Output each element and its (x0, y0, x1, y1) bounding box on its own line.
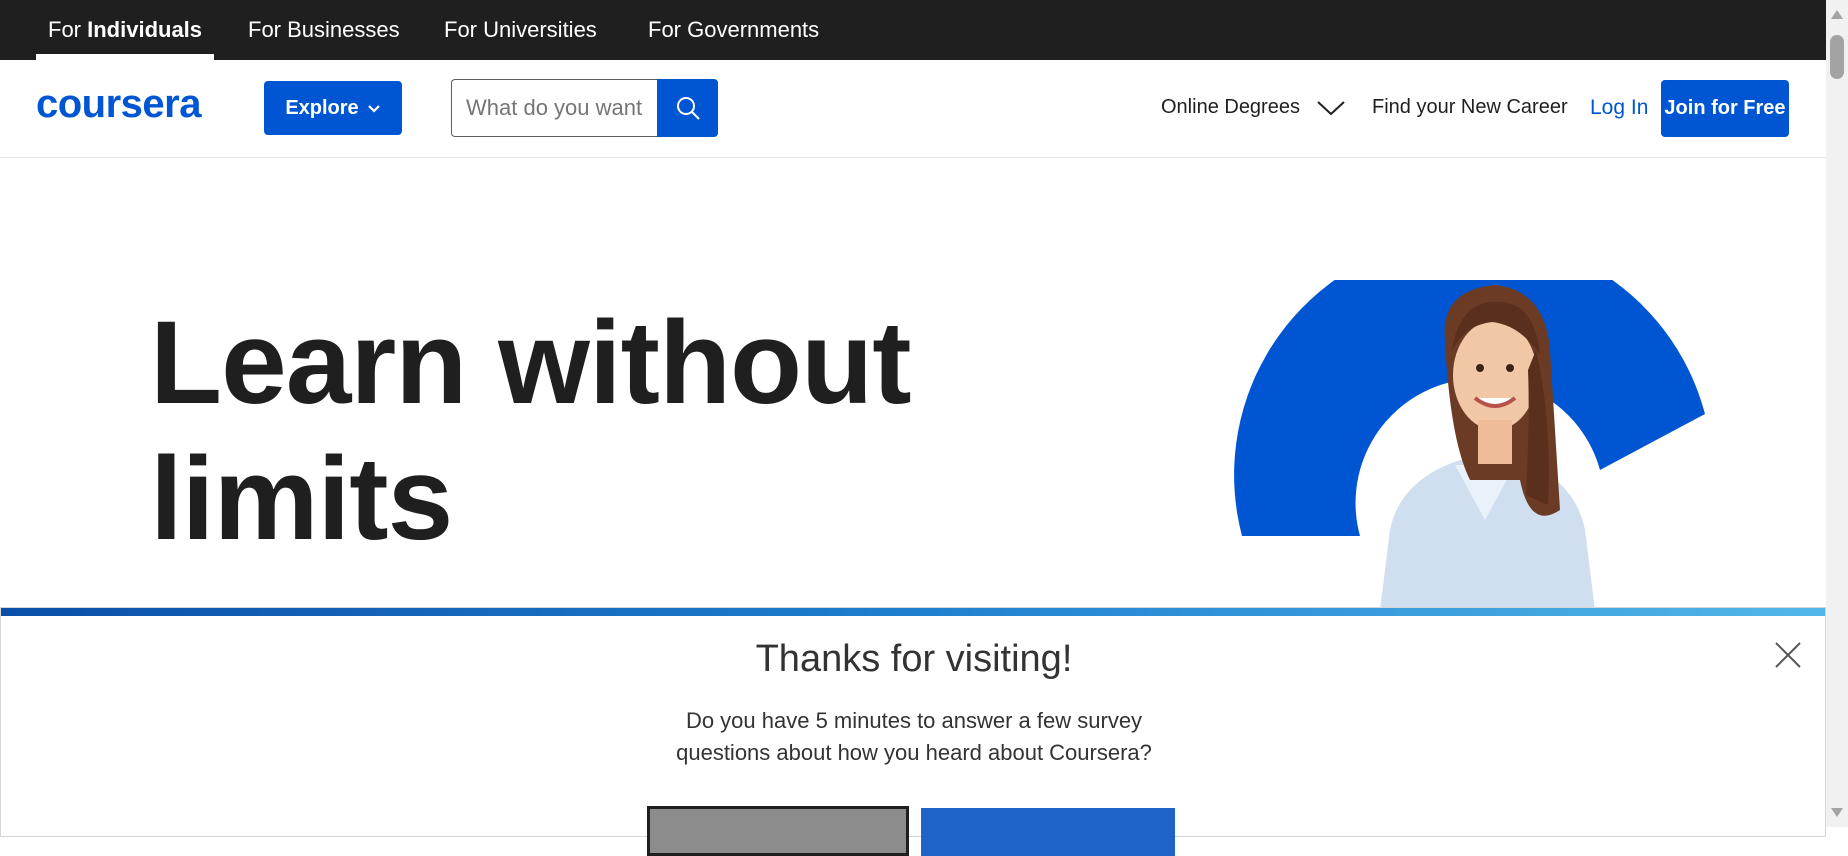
survey-message: Do you have 5 minutes to answer a few su… (1, 705, 1827, 769)
chevron-down-icon (367, 105, 380, 113)
survey-decline-button[interactable] (647, 806, 909, 856)
hero-person-image (1234, 280, 1705, 610)
scroll-up-arrow-icon[interactable] (1831, 10, 1843, 19)
find-career-link[interactable]: Find your New Career (1372, 96, 1568, 119)
tab-individuals-label: Individuals (87, 17, 203, 42)
survey-accept-button[interactable] (921, 808, 1175, 856)
page-scrollbar[interactable] (1826, 0, 1848, 827)
tab-individuals[interactable]: For Individuals (36, 0, 215, 60)
coursera-logo[interactable]: coursera (36, 82, 201, 127)
survey-message-line2: questions about how you heard about Cour… (676, 740, 1152, 765)
audience-bar: For Individuals For Businesses For Unive… (0, 0, 1826, 60)
scroll-thumb[interactable] (1830, 35, 1844, 79)
chevron-down-icon (1316, 100, 1345, 116)
search-icon (676, 97, 700, 120)
online-degrees-label: Online Degrees (1161, 96, 1300, 118)
tab-governments[interactable]: For Governments (636, 0, 831, 60)
survey-dialog: Thanks for visiting! Do you have 5 minut… (0, 607, 1827, 856)
main-header: coursera Explore Online Degrees Find you… (0, 60, 1826, 158)
hero-title: Learn without limits (150, 295, 912, 567)
explore-label: Explore (285, 96, 359, 119)
tab-universities[interactable]: For Universities (432, 0, 609, 60)
survey-title: Thanks for visiting! (755, 638, 1073, 680)
close-icon[interactable] (1771, 638, 1805, 672)
survey-message-line1: Do you have 5 minutes to answer a few su… (685, 708, 1143, 733)
tab-businesses[interactable]: For Businesses (236, 0, 412, 60)
explore-button[interactable]: Explore (264, 81, 402, 135)
online-degrees-menu[interactable]: Online Degrees (1161, 96, 1346, 119)
scroll-down-arrow-icon[interactable] (1831, 808, 1843, 817)
join-button[interactable]: Join for Free (1661, 80, 1789, 137)
hero-title-line2: limits (150, 433, 453, 565)
hero-title-line1: Learn without (150, 297, 912, 429)
survey-accent-bar (1, 608, 1825, 616)
search-input[interactable] (451, 79, 657, 137)
hero-illustration (1230, 280, 1710, 610)
search-button[interactable] (657, 79, 718, 137)
login-link[interactable]: Log In (1590, 96, 1648, 120)
tab-individuals-prefix: For (48, 17, 88, 42)
